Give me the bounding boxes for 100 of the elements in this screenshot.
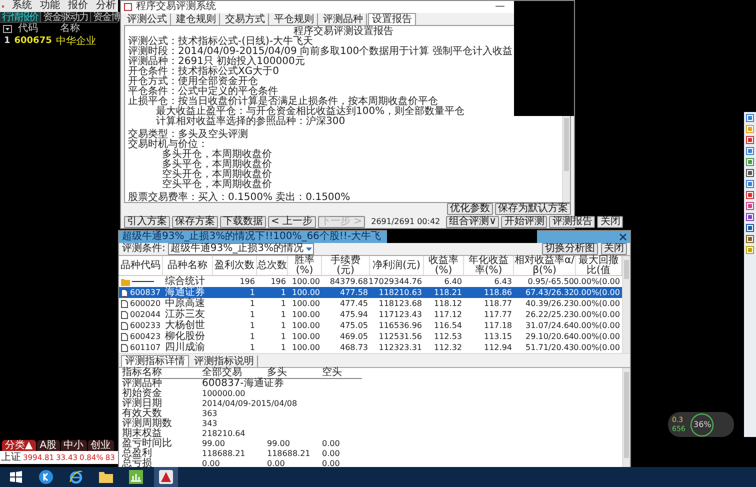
metric-value: 0.00 xyxy=(322,459,341,469)
table-cell-text: 112.94 xyxy=(483,342,513,353)
table-cell-text: 100.00 xyxy=(291,287,321,298)
result-row[interactable]: 601107 四川成渝 1 1 100.00 468.73 112323.31 112.32 112.94 51.71/20.430.00%(0.00 xyxy=(119,342,622,353)
column-header[interactable]: 收益率(%) xyxy=(424,256,464,275)
column-header: 空头 xyxy=(322,368,343,378)
table-cell: 600837 xyxy=(130,287,161,298)
report-line: 评测公式：技术指标公式-(日线)-大牛飞天 xyxy=(128,37,314,47)
folder-icon xyxy=(99,471,113,483)
panel-tab[interactable]: 资金驱动力 xyxy=(41,12,91,22)
table-cell-text: 四川成渝 xyxy=(164,342,206,353)
category-tab[interactable]: 分类▲ xyxy=(2,440,36,451)
category-tab[interactable]: 中小 xyxy=(60,440,87,451)
column-header[interactable]: 手续费(元) xyxy=(322,256,370,275)
settings-tab[interactable]: 设置报告 xyxy=(368,13,416,25)
result-row[interactable]: 600233 大杨创世 1 1 100.00 475.05 116536.96 116.54 117.18 31.07/24.640.00%(0.00 xyxy=(119,320,622,331)
metric-value: 343 xyxy=(202,419,218,429)
column-header: 代码 xyxy=(18,23,39,35)
chart-icon xyxy=(129,470,143,484)
stock-code[interactable]: 600675 xyxy=(14,36,52,46)
action-button[interactable]: 开始评测 xyxy=(501,216,548,228)
table-cell-text: 118.86 xyxy=(483,287,513,298)
report-line: 开仓条件：技术指标公式XG大于0 xyxy=(128,67,280,77)
taskbar-item[interactable] xyxy=(154,467,178,487)
result-row[interactable]: 002044 江苏三友 1 1 100.00 475.94 117123.43 117.12 117.77 26.22/25.230.00%(0.00 xyxy=(119,309,622,320)
result-row[interactable]: 600837 海通证券 1 1 100.00 477.58 118210.63 118.21 118.86 67.43/26.320.00%(0.00 xyxy=(119,287,622,298)
menu-item[interactable]: 分析 xyxy=(96,0,116,12)
table-cell-text: 0.95/-65.50 xyxy=(526,276,574,287)
result-row[interactable]: 600020 中原高速 1 1 100.00 477.45 118123.68 118.12 118.77 40.39/26.230.00%(0.00 xyxy=(119,298,622,309)
column-header[interactable]: 相对收益率α/β(%) xyxy=(514,256,576,275)
table-cell-text: 118.77 xyxy=(483,298,513,309)
usage-percent: 36% xyxy=(693,420,712,429)
table-cell-text: 1 xyxy=(280,309,287,320)
table-cell-text: 0.00%(0.00 xyxy=(576,287,621,298)
step-button[interactable]: < 上一步 xyxy=(268,216,316,228)
minimize-button[interactable]: — xyxy=(495,1,505,13)
step-button[interactable]: 下载数据 xyxy=(220,216,266,228)
category-tab[interactable]: 创业 xyxy=(88,440,114,451)
toolbar-button[interactable]: 关闭 xyxy=(601,243,627,255)
close-icon[interactable] xyxy=(619,233,627,241)
action-button[interactable]: 关闭 xyxy=(597,216,624,228)
step-button[interactable]: 保存方案 xyxy=(172,216,218,228)
metric-value: 99.00 xyxy=(202,439,226,449)
condition-label: 评测条件: xyxy=(122,243,166,255)
table-cell-text: 6.43 xyxy=(493,276,513,287)
table-cell-text: 112323.31 xyxy=(378,342,423,353)
menu-item[interactable]: 报价 xyxy=(68,0,88,12)
metric-name: 有效天数 xyxy=(122,409,162,419)
table-cell-text: 海通证券 xyxy=(164,287,206,298)
progress-text: 2691/2691 00:42 xyxy=(371,217,440,226)
option-button[interactable]: 保存为默认方案 xyxy=(495,203,571,216)
table-cell-text: 柳化股份 xyxy=(164,331,206,342)
table-cell-text: 116536.96 xyxy=(378,320,423,331)
toolbar-button[interactable]: 切换分析图 xyxy=(542,243,598,255)
table-cell: 600233 xyxy=(130,320,161,331)
column-header[interactable]: 品种名称 xyxy=(163,256,213,275)
table-cell-text: 17029344.76 xyxy=(370,276,423,287)
metric-name: 评测周期数 xyxy=(122,419,173,429)
table-cell-text: 84379.68 xyxy=(328,276,369,287)
column-header[interactable]: 净利润(元) xyxy=(370,256,424,275)
column-header[interactable]: 年化收益率(%) xyxy=(464,256,514,275)
metric-name: 初始资金 xyxy=(122,389,163,399)
table-cell-text: 综合统计 xyxy=(164,276,206,287)
detail-tab[interactable]: 评测指标详情 xyxy=(121,355,189,367)
table-cell-text: 196 xyxy=(238,276,256,287)
result-row[interactable]: 综合统计 196 196 100.00 84379.6817029344.76 6.40 6.43 0.95/-65.500.00%(0.00 xyxy=(119,276,622,287)
metric-value: 118688.21 xyxy=(267,449,312,459)
table-cell-text: 0.00%(0.00 xyxy=(576,331,621,342)
step-button[interactable]: 引入方案 xyxy=(124,216,170,228)
result-row[interactable]: 600423 柳化股份 1 1 100.00 469.05 112531.56 112.53 113.15 29.10/20.640.00%(0.00 xyxy=(119,331,622,342)
table-cell-text: 475.05 xyxy=(339,320,369,331)
column-header[interactable]: 盈利次数 xyxy=(213,256,257,275)
table-cell-text: 100.00 xyxy=(291,342,321,353)
panel-tab[interactable]: 行情报价 xyxy=(0,12,41,22)
column-header: 多头 xyxy=(267,368,288,378)
table-cell-text: 118.12 xyxy=(433,298,463,309)
column-header[interactable]: 胜率(%) xyxy=(288,256,322,275)
table-cell-text: 51.71/20.43 xyxy=(524,342,574,353)
menu-item[interactable]: 功能 xyxy=(40,0,60,12)
table-cell-text: 100.00 xyxy=(291,320,321,331)
metric-name: 期末权益 xyxy=(122,429,162,439)
stock-name[interactable]: 中华企业 xyxy=(56,34,96,48)
table-cell-text: 1 xyxy=(248,342,256,353)
panel-tab[interactable]: 资金博 xyxy=(91,12,123,22)
condition-dropdown[interactable]: 超级牛通93%_止损3%的情况 xyxy=(168,243,314,255)
category-tab[interactable]: A股 xyxy=(36,440,60,451)
table-cell-text: 100.00 xyxy=(291,331,321,342)
table-cell-text: 113.15 xyxy=(483,331,513,342)
column-header[interactable]: 总次数 xyxy=(257,256,288,275)
action-button[interactable]: 组合评测∨ xyxy=(446,216,500,228)
action-button[interactable]: 评测报告 xyxy=(549,216,596,228)
table-cell-text: 112531.56 xyxy=(378,331,423,342)
table-cell-text: 1 xyxy=(280,320,287,331)
metric-value: 99.00 xyxy=(267,439,291,449)
option-button[interactable]: 优化参数 xyxy=(447,203,493,216)
metric-value: 0.00 xyxy=(322,449,341,459)
letter-circle-icon xyxy=(39,470,53,484)
column-header[interactable]: 品种代码 xyxy=(119,256,163,275)
app-icon xyxy=(159,470,173,484)
dropdown-icon[interactable] xyxy=(3,25,12,33)
